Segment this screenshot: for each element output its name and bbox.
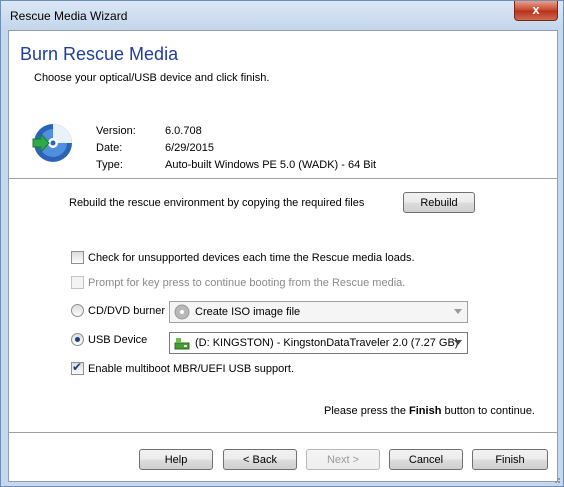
- cd-disc-arrow-icon: [32, 124, 72, 162]
- usb-device-label: USB Device: [88, 333, 148, 346]
- resize-grip-icon[interactable]: [551, 474, 561, 484]
- cd-dvd-select-value: Create ISO image file: [195, 306, 301, 318]
- prompt-key-checkbox: Prompt for key press to continue booting…: [71, 276, 405, 289]
- divider-bottom: [9, 432, 557, 433]
- check-unsupported-checkbox[interactable]: Check for unsupported devices each time …: [71, 251, 415, 264]
- continue-suffix: button to continue.: [441, 405, 535, 417]
- cd-dvd-radio[interactable]: CD/DVD burner: [71, 304, 165, 317]
- multiboot-label: Enable multiboot MBR/UEFI USB support.: [88, 362, 295, 375]
- type-label: Type:: [96, 159, 123, 171]
- chevron-down-icon: [454, 309, 462, 314]
- type-value: Auto-built Windows PE 5.0 (WADK) - 64 Bi…: [165, 159, 377, 171]
- disc-icon: [174, 304, 190, 320]
- back-button[interactable]: < Back: [223, 449, 297, 470]
- check-unsupported-label: Check for unsupported devices each time …: [88, 251, 415, 264]
- help-button[interactable]: Help: [139, 449, 213, 470]
- window-title: Rescue Media Wizard: [10, 9, 128, 23]
- continue-prefix: Please press the: [324, 405, 410, 417]
- usb-device-select[interactable]: (D: KINGSTON) - KingstonDataTraveler 2.0…: [169, 332, 468, 354]
- multiboot-checkbox[interactable]: Enable multiboot MBR/UEFI USB support.: [71, 360, 295, 375]
- version-label: Version:: [96, 125, 136, 137]
- next-button: Next >: [306, 449, 380, 470]
- wizard-window: Rescue Media Wizard x Burn Rescue Media …: [0, 0, 564, 487]
- page-subtitle: Choose your optical/USB device and click…: [34, 72, 270, 84]
- close-icon: x: [532, 2, 540, 17]
- rebuild-description: Rebuild the rescue environment by copyin…: [69, 197, 365, 209]
- radio-circle[interactable]: [71, 304, 84, 317]
- wizard-content: Burn Rescue Media Choose your optical/US…: [8, 30, 558, 482]
- checkbox-box[interactable]: [71, 360, 84, 375]
- usb-device-radio[interactable]: USB Device: [71, 333, 147, 346]
- date-value: 6/29/2015: [165, 142, 214, 154]
- cd-dvd-select: Create ISO image file: [169, 301, 468, 323]
- usb-drive-icon: [174, 338, 190, 350]
- prompt-key-label: Prompt for key press to continue booting…: [88, 276, 406, 289]
- date-label: Date:: [96, 142, 123, 154]
- cd-dvd-label: CD/DVD burner: [88, 304, 166, 317]
- checkbox-box: [71, 276, 84, 289]
- media-info: Version: 6.0.708 Date: 6/29/2015 Type: A…: [96, 123, 376, 174]
- continue-bold: Finish: [409, 405, 442, 417]
- usb-device-select-value: (D: KINGSTON) - KingstonDataTraveler 2.0…: [195, 337, 459, 349]
- checkbox-box[interactable]: [71, 251, 84, 264]
- finish-button[interactable]: Finish: [472, 449, 548, 470]
- divider-top: [9, 178, 557, 179]
- continue-instruction: Please press the Finish button to contin…: [324, 405, 535, 417]
- title-bar[interactable]: Rescue Media Wizard x: [1, 1, 563, 30]
- rebuild-button[interactable]: Rebuild: [403, 192, 475, 213]
- page-title: Burn Rescue Media: [20, 44, 179, 64]
- chevron-down-icon: [454, 340, 462, 345]
- radio-circle[interactable]: [71, 333, 84, 346]
- version-value: 6.0.708: [165, 125, 202, 137]
- close-button[interactable]: x: [514, 1, 558, 21]
- cancel-button[interactable]: Cancel: [389, 449, 463, 470]
